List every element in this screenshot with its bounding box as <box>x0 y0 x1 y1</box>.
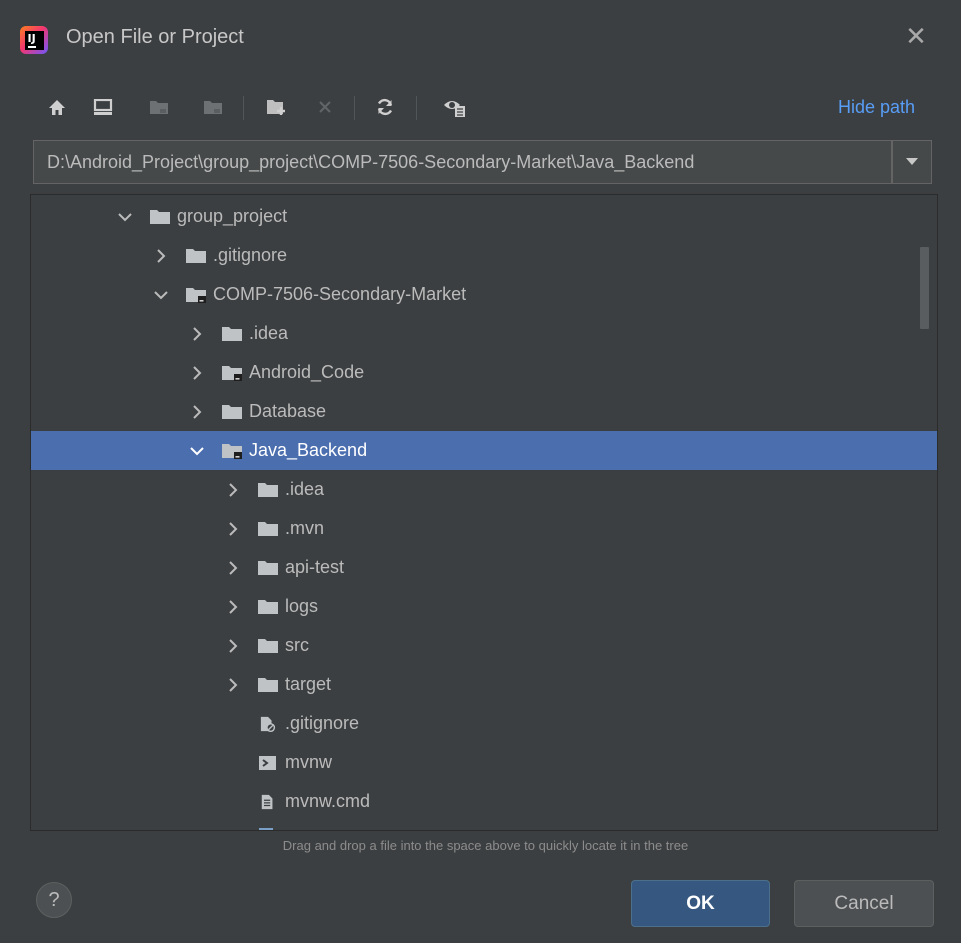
tree-row[interactable]: .idea <box>31 470 937 509</box>
tree-row[interactable]: Android_Code <box>31 353 937 392</box>
tree-row[interactable]: src <box>31 626 937 665</box>
chevron-right-icon[interactable] <box>153 236 169 275</box>
tree-row-label: api-test <box>285 557 345 577</box>
ok-button[interactable]: OK <box>631 880 770 927</box>
chevron-down-icon[interactable] <box>153 275 169 314</box>
tree-row-label: mvnw <box>285 752 333 772</box>
tree-row-label: .idea <box>249 323 289 343</box>
help-button[interactable]: ? <box>36 882 72 918</box>
home-icon[interactable] <box>42 92 72 122</box>
tree-row-label: .gitignore <box>213 245 288 265</box>
hide-path-link[interactable]: Hide path <box>838 97 915 118</box>
chevron-right-icon[interactable] <box>225 626 241 665</box>
tree-row-label: logs <box>285 596 319 616</box>
chevron-right-icon[interactable] <box>225 548 241 587</box>
drag-drop-hint: Drag and drop a file into the space abov… <box>282 838 689 853</box>
refresh-icon[interactable] <box>370 92 400 122</box>
chevron-right-icon[interactable] <box>189 314 205 353</box>
tree-row-label: src <box>285 635 309 655</box>
tree-row-partial <box>257 821 279 830</box>
tree-row[interactable]: Java_Backend <box>31 431 937 470</box>
tree-row-label: mvnw.cmd <box>285 791 371 811</box>
chevron-right-icon[interactable] <box>189 353 205 392</box>
triangle-down-icon <box>906 158 918 165</box>
folder-icon <box>257 509 279 548</box>
project-folder-icon <box>185 275 207 314</box>
folder-icon <box>257 470 279 509</box>
shell-script-icon <box>257 743 279 782</box>
project-folder-icon <box>221 431 243 470</box>
tree-row[interactable]: group_project <box>31 197 937 236</box>
show-hidden-icon[interactable] <box>440 92 470 122</box>
folder-icon <box>257 548 279 587</box>
tree-row-label: Android_Code <box>249 362 365 382</box>
tree-row-label: group_project <box>177 206 288 226</box>
text-file-icon <box>257 782 279 821</box>
folder-icon <box>257 665 279 704</box>
tree-row[interactable]: COMP-7506-Secondary-Market <box>31 275 937 314</box>
tree-row[interactable]: .gitignore <box>31 236 937 275</box>
folder-icon <box>257 626 279 665</box>
tree-row-label: .gitignore <box>285 713 360 733</box>
intellij-logo-icon: IJ <box>20 26 48 54</box>
folder-icon <box>221 314 243 353</box>
tree-row[interactable]: api-test <box>31 548 937 587</box>
tree-row[interactable]: mvnw <box>31 743 937 782</box>
folder-icon <box>149 197 171 236</box>
tree-scrollbar[interactable] <box>920 247 929 329</box>
path-input[interactable]: D:\Android_Project\group_project\COMP-75… <box>33 140 892 184</box>
folder-icon <box>185 236 207 275</box>
tree-row-label: .idea <box>285 479 325 499</box>
tree-row[interactable]: .idea <box>31 314 937 353</box>
delete-icon[interactable] <box>310 92 340 122</box>
tree-row-label: COMP-7506-Secondary-Market <box>213 284 467 304</box>
chevron-right-icon[interactable] <box>225 509 241 548</box>
tree-row[interactable]: mvnw.cmd <box>31 782 937 821</box>
tree-row-label: Database <box>249 401 327 421</box>
project-icon[interactable] <box>144 92 174 122</box>
chevron-right-icon[interactable] <box>225 665 241 704</box>
chevron-down-icon[interactable] <box>117 197 133 236</box>
chevron-down-icon[interactable] <box>189 431 205 470</box>
file-tree[interactable]: group_project .gitignore COMP-7506-Seconda… <box>30 194 938 831</box>
tree-row[interactable]: Database <box>31 392 937 431</box>
chevron-right-icon[interactable] <box>225 587 241 626</box>
tree-row[interactable]: target <box>31 665 937 704</box>
folder-icon <box>221 392 243 431</box>
gitignore-file-icon <box>257 704 279 743</box>
cancel-button[interactable]: Cancel <box>794 880 934 927</box>
project-folder-icon <box>221 353 243 392</box>
title-bar: IJ Open File or Project ✕ <box>0 0 961 78</box>
new-folder-icon[interactable] <box>262 92 292 122</box>
close-icon[interactable]: ✕ <box>904 23 928 49</box>
toolbar <box>40 92 920 124</box>
module-icon[interactable] <box>198 92 228 122</box>
tree-row-label: target <box>285 674 332 694</box>
tree-row[interactable]: logs <box>31 587 937 626</box>
tree-row[interactable]: .gitignore <box>31 704 937 743</box>
tree-row-label: .mvn <box>285 518 325 538</box>
tree-row-label: Java_Backend <box>249 440 368 460</box>
folder-icon <box>257 587 279 626</box>
dialog-title: Open File or Project <box>66 26 244 48</box>
path-history-dropdown[interactable] <box>892 140 932 184</box>
desktop-icon[interactable] <box>88 92 118 122</box>
tree-row[interactable]: .mvn <box>31 509 937 548</box>
chevron-right-icon[interactable] <box>189 392 205 431</box>
chevron-right-icon[interactable] <box>225 470 241 509</box>
